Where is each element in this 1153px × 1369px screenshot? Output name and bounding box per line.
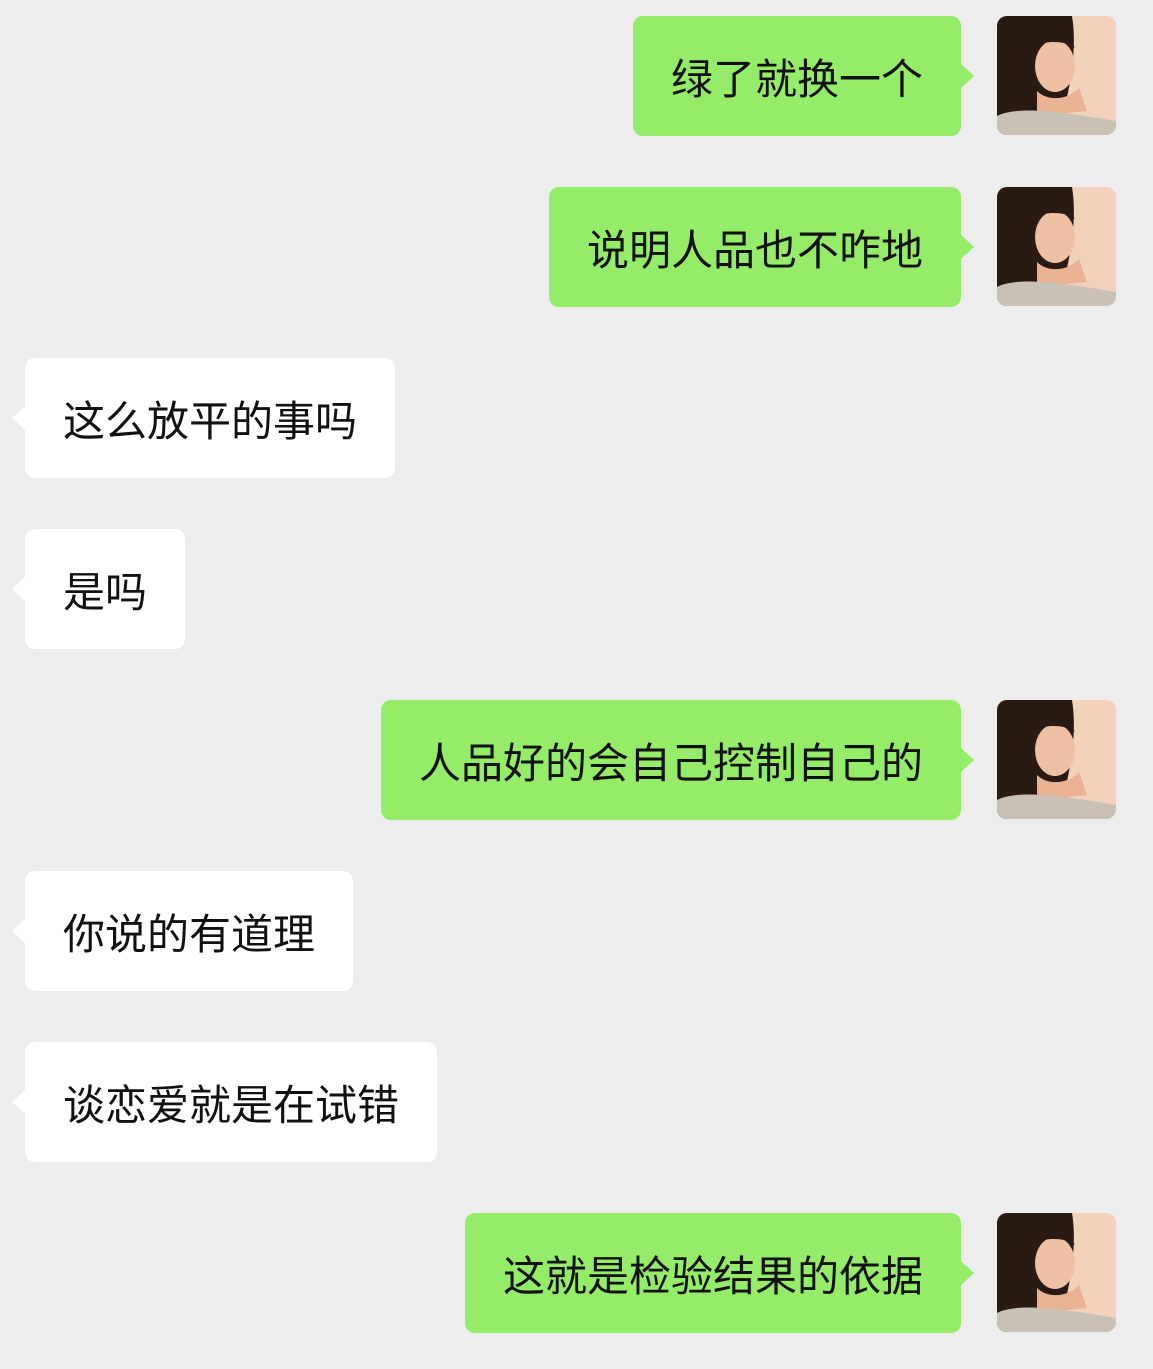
avatar[interactable] — [997, 187, 1116, 306]
message-row-received: 你说的有道理 — [0, 871, 1153, 991]
avatar[interactable] — [997, 1213, 1116, 1332]
message-bubble-received[interactable]: 是吗 — [11, 529, 186, 649]
message-bubble-received[interactable]: 谈恋爱就是在试错 — [11, 1042, 438, 1162]
avatar-image — [997, 187, 1116, 306]
avatar[interactable] — [997, 16, 1116, 135]
message-row-received: 谈恋爱就是在试错 — [0, 1042, 1153, 1162]
message-bubble-sent[interactable]: 这就是检验结果的依据 — [464, 1213, 975, 1333]
message-row-received: 是吗 — [0, 529, 1153, 649]
message-row-sent: 人品好的会自己控制自己的 — [0, 700, 1153, 820]
avatar-image — [997, 700, 1116, 819]
message-row-sent: 说明人品也不咋地 — [0, 187, 1153, 307]
message-bubble-sent[interactable]: 绿了就换一个 — [632, 16, 975, 136]
message-bubble-received[interactable]: 你说的有道理 — [11, 871, 354, 991]
avatar-image — [997, 1213, 1116, 1332]
message-bubble-received[interactable]: 这么放平的事吗 — [11, 358, 396, 478]
avatar[interactable] — [997, 700, 1116, 819]
message-bubble-sent[interactable]: 人品好的会自己控制自己的 — [380, 700, 975, 820]
message-bubble-sent[interactable]: 说明人品也不咋地 — [548, 187, 975, 307]
message-row-received: 这么放平的事吗 — [0, 358, 1153, 478]
message-row-sent: 绿了就换一个 — [0, 16, 1153, 136]
message-row-sent: 这就是检验结果的依据 — [0, 1213, 1153, 1333]
avatar-image — [997, 16, 1116, 135]
